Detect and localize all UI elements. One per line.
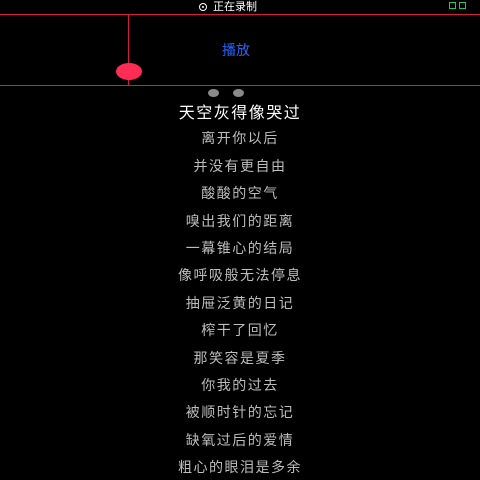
lyric-line: 粗心的眼泪是多余 bbox=[178, 460, 302, 477]
play-button[interactable]: 播放 bbox=[222, 42, 250, 60]
lyric-line: 酸酸的空气 bbox=[201, 186, 279, 203]
status-bar: 正在录制 bbox=[0, 0, 480, 14]
page-dot-1[interactable] bbox=[208, 89, 219, 97]
page-dot-2[interactable] bbox=[233, 89, 244, 97]
system-tray bbox=[449, 2, 466, 9]
waveform-top-border bbox=[0, 14, 480, 15]
lyric-line: 那笑容是夏季 bbox=[193, 350, 287, 367]
recording-indicator: 正在录制 bbox=[199, 1, 257, 13]
record-eye-icon bbox=[199, 3, 207, 11]
waveform-bottom-border bbox=[0, 85, 480, 86]
recorder-screen: 正在录制 播放 天空灰得像哭过 离开你以后 并没有更自由 酸酸的空气 嗅出我们的… bbox=[0, 0, 480, 480]
lyrics-list: 天空灰得像哭过 离开你以后 并没有更自由 酸酸的空气 嗅出我们的距离 一幕锥心的… bbox=[0, 99, 480, 480]
lyric-line: 被顺时针的忘记 bbox=[185, 405, 295, 422]
lyric-line-current: 天空灰得像哭过 bbox=[178, 103, 302, 122]
lyric-line: 抽屉泛黄的日记 bbox=[185, 295, 295, 312]
lyric-line: 嗅出我们的距离 bbox=[185, 213, 295, 230]
recording-status-text: 正在录制 bbox=[213, 0, 257, 13]
tray-status-icon bbox=[449, 2, 456, 9]
lyric-line: 你我的过去 bbox=[201, 377, 279, 394]
lyric-line: 榨干了回忆 bbox=[201, 323, 279, 340]
lyric-line: 一幕锥心的结局 bbox=[185, 240, 295, 257]
lyric-line: 缺氧过后的爱情 bbox=[185, 432, 295, 449]
playhead-handle[interactable] bbox=[116, 63, 142, 80]
lyric-line: 像呼吸般无法停息 bbox=[178, 268, 302, 285]
lyric-line: 并没有更自由 bbox=[193, 158, 287, 175]
lyric-line: 离开你以后 bbox=[201, 131, 279, 148]
tray-status-icon bbox=[459, 2, 466, 9]
page-indicator bbox=[208, 89, 244, 97]
